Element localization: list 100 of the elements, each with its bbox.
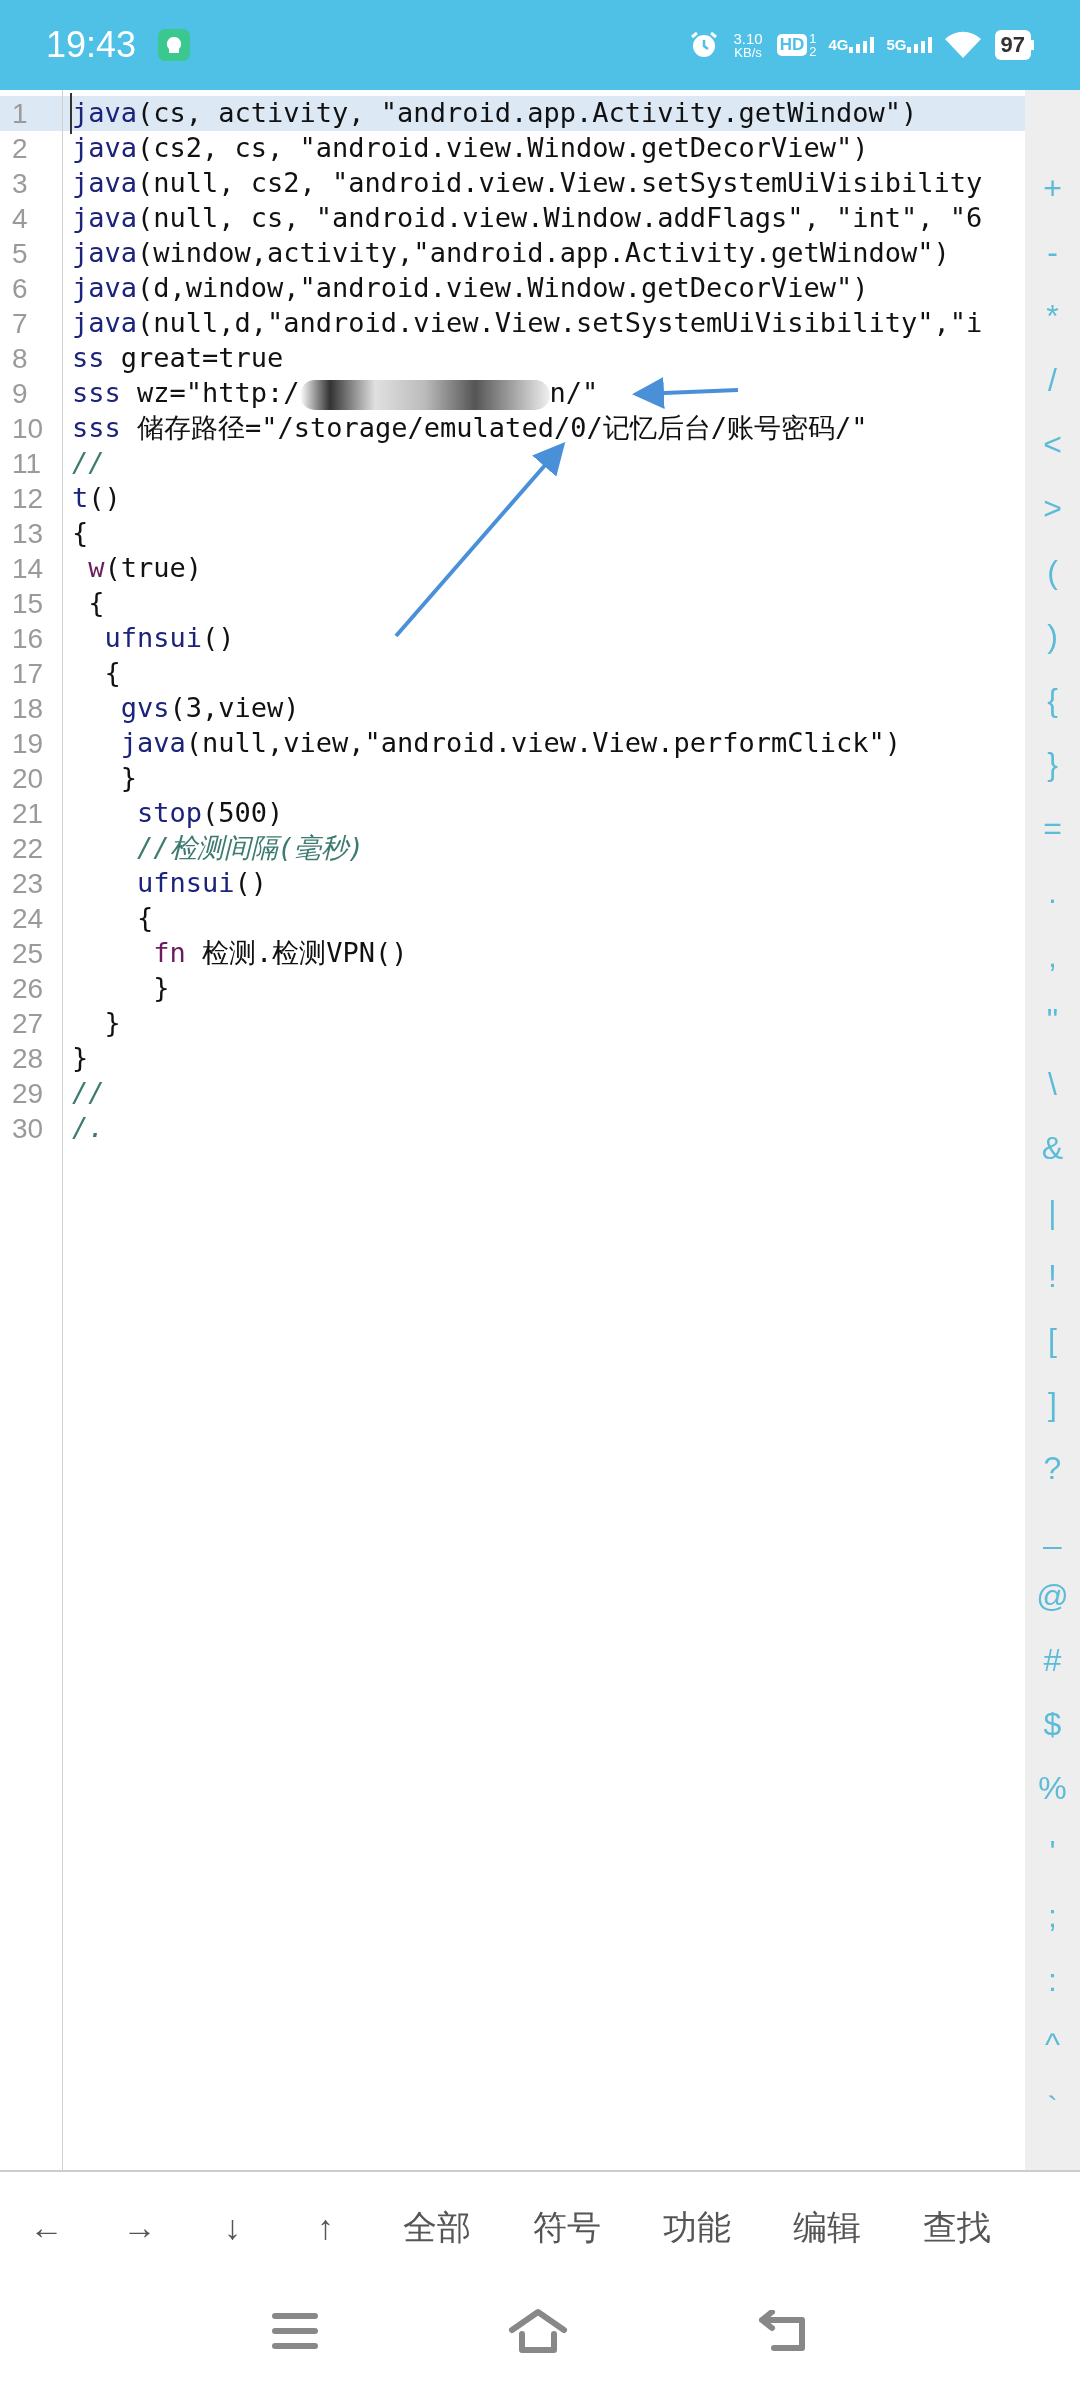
line-number: 12 [11, 481, 45, 516]
menu-icon[interactable] [272, 2312, 318, 2350]
symbol-key[interactable]: = [1025, 796, 1080, 860]
network-speed-unit: KB/s [734, 46, 762, 59]
code-text: java(null,view,"android.view.View.performClick") [119, 726, 902, 761]
line-number: 26 [11, 971, 45, 1006]
network-speed: 3.10 [733, 31, 763, 46]
symbol-key[interactable]: | [1025, 1180, 1080, 1244]
toolbar-button[interactable]: ← [0, 2201, 93, 2253]
symbol-key[interactable]: % [1025, 1756, 1080, 1820]
toolbar-button[interactable]: ↓ [186, 2201, 279, 2253]
symbol-key[interactable]: : [1025, 1948, 1080, 2012]
toolbar-button[interactable]: → [93, 2201, 186, 2253]
code-text: fn 检测.检测VPN() [152, 936, 408, 971]
alarm-icon [689, 30, 720, 60]
toolbar-button[interactable]: 功能 [632, 2201, 762, 2253]
symbol-key[interactable]: } [1025, 732, 1080, 796]
code-text: java(d,window,"android.view.Window.getDecorView") [71, 271, 869, 306]
code-text: } [119, 761, 138, 796]
toolbar-button[interactable]: ↑ [279, 2201, 372, 2253]
code-text: ss great=true [71, 341, 284, 376]
line-number: 10 [11, 411, 45, 446]
toolbar-button[interactable]: 查找 [892, 2201, 1022, 2253]
symbol-key[interactable]: , [1025, 924, 1080, 988]
symbol-key[interactable]: ` [1025, 2076, 1080, 2140]
symbol-key[interactable]: ) [1025, 604, 1080, 668]
line-number: 13 [11, 516, 45, 551]
symbol-key[interactable]: # [1025, 1628, 1080, 1692]
code-text: // [71, 446, 105, 481]
symbol-key[interactable]: _ [1025, 1500, 1080, 1564]
code-text: } [152, 971, 170, 1006]
line-number: 17 [11, 656, 45, 691]
code-text: w(true) [87, 551, 203, 586]
code-text: ufnsui() [103, 621, 235, 656]
line-number: 2 [11, 131, 29, 166]
code-text: sss 储存路径="/storage/emulated/0/记忆后台/账号密码/" [71, 411, 868, 446]
symbol-key[interactable]: ! [1025, 1244, 1080, 1308]
line-number: 28 [11, 1041, 45, 1076]
sim-number: 1 [809, 32, 817, 45]
line-number: 5 [11, 236, 29, 271]
symbol-key[interactable]: - [1025, 220, 1080, 284]
symbol-key[interactable]: + [1025, 156, 1080, 220]
line-number: 24 [11, 901, 45, 936]
signal-bars-icon [848, 37, 875, 53]
code-text: stop(500) [136, 796, 284, 831]
toolbar-button[interactable]: 符号 [502, 2201, 632, 2253]
line-number: 1 [11, 96, 29, 131]
line-number: 6 [11, 271, 29, 306]
symbol-key[interactable]: > [1025, 476, 1080, 540]
code-text: /. [71, 1111, 105, 1146]
symbol-key[interactable]: ] [1025, 1372, 1080, 1436]
code-text: //检测间隔(毫秒) [136, 831, 365, 866]
code-text: { [103, 656, 121, 691]
code-text: { [136, 901, 154, 936]
toolbar-button[interactable]: 编辑 [762, 2201, 892, 2253]
symbol-key[interactable]: ( [1025, 540, 1080, 604]
symbol-key[interactable]: < [1025, 412, 1080, 476]
line-number: 8 [11, 341, 29, 376]
code-text: gvs(3,view) [119, 691, 300, 726]
symbol-key[interactable]: & [1025, 1116, 1080, 1180]
battery-indicator: 97 [994, 30, 1031, 60]
code-text: java(null,d,"android.view.View.setSystemUiVisibility","i [71, 306, 983, 341]
line-number: 9 [11, 376, 29, 411]
symbol-key[interactable]: { [1025, 668, 1080, 732]
clock-time: 19:43 [46, 23, 137, 67]
code-text: sss wz="http:/ n/" [71, 376, 599, 412]
hd-badge: HD [776, 34, 808, 56]
symbol-key[interactable]: . [1025, 860, 1080, 924]
symbol-key[interactable]: ^ [1025, 2012, 1080, 2076]
line-number: 15 [11, 586, 45, 621]
code-text: java(null, cs2, "android.view.View.setSystemUiVisibility [71, 166, 983, 201]
code-text: } [71, 1041, 89, 1076]
network-type: 5G [886, 37, 907, 52]
line-number: 21 [11, 796, 45, 831]
line-number: 20 [11, 761, 45, 796]
signal-bars-icon [906, 37, 933, 53]
network-type: 4G [828, 37, 849, 52]
code-text: java(null, cs, "android.view.Window.addFlags", "int", "6 [71, 201, 983, 236]
line-number: 14 [11, 551, 45, 586]
line-number: 16 [11, 621, 45, 656]
line-number: 25 [11, 936, 45, 971]
line-number: 11 [11, 446, 43, 481]
symbol-key[interactable]: " [1025, 988, 1080, 1052]
symbol-key[interactable]: $ [1025, 1692, 1080, 1756]
app-notification-icon [158, 29, 191, 61]
symbol-key[interactable]: * [1025, 284, 1080, 348]
code-text: ufnsui() [136, 866, 268, 901]
symbol-key[interactable]: [ [1025, 1308, 1080, 1372]
code-text: java(cs, activity, "android.app.Activity.getWindow") [70, 93, 918, 134]
symbol-key[interactable]: ? [1025, 1436, 1080, 1500]
home-icon[interactable] [508, 2308, 568, 2354]
symbol-key[interactable]: @ [1025, 1564, 1080, 1628]
symbol-key[interactable]: ' [1025, 1820, 1080, 1884]
line-number: 4 [11, 201, 29, 236]
symbol-key[interactable]: / [1025, 348, 1080, 412]
symbol-key[interactable]: ; [1025, 1884, 1080, 1948]
toolbar-button[interactable]: 全部 [372, 2201, 502, 2253]
line-number: 23 [11, 866, 45, 901]
symbol-key[interactable]: \ [1025, 1052, 1080, 1116]
back-icon[interactable] [758, 2310, 808, 2352]
